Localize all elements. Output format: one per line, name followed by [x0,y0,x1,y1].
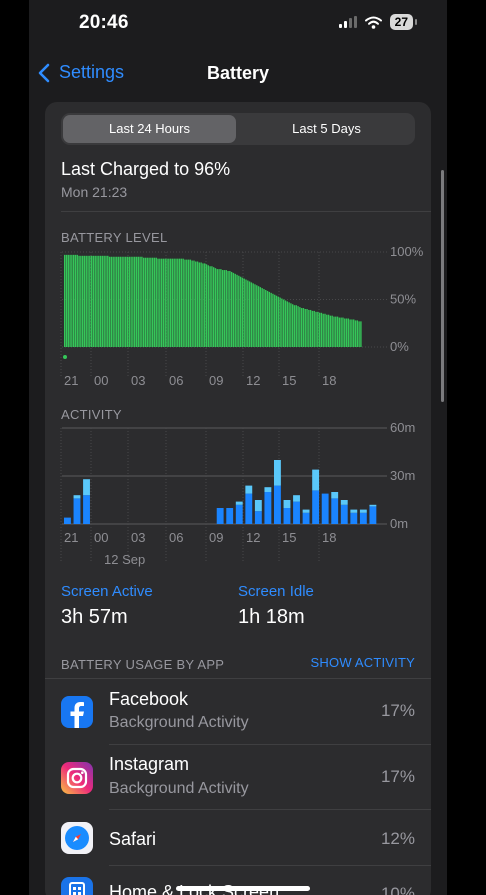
screen-idle-bar [293,495,300,502]
facebook-icon [61,696,93,728]
app-percent: 17% [380,701,415,720]
x-tick-label: 18 [322,530,336,545]
safari-icon [61,822,93,854]
home-lock-screen-icon [61,877,93,895]
app-percent: 17% [380,767,415,786]
screen-active-bar [274,485,281,524]
app-name: Safari [109,829,157,849]
screen-idle-bar [312,469,320,491]
app-row-facebook[interactable]: Facebook Background Activity 17% [45,679,431,744]
x-tick-label: 15 [282,530,296,545]
screen-idle-value: 1h 18m [238,606,305,628]
app-percent: 12% [380,829,415,848]
screen-idle-bar [331,492,339,499]
status-time: 20:46 [79,12,129,33]
x-tick-label: 09 [209,530,223,545]
app-detail: Background Activity [109,780,249,797]
screen-idle-bar [302,509,310,513]
x-tick-label: 21 [64,530,78,545]
app-row-instagram[interactable]: Instagram Background Activity 17% [45,745,431,810]
activity-chart: 60m 30m 0m 21 00 03 06 09 12 15 18 12 Sep [60,420,415,567]
screen-active-bar [73,498,81,524]
instagram-icon [61,762,93,794]
x-date-label: 12 Sep [104,552,145,567]
wifi-icon [364,16,382,29]
screen-idle-bar [274,460,281,486]
screen-idle-label: Screen Idle [238,583,314,600]
page-title: Battery [206,63,270,83]
screen-active-bar [350,512,358,524]
screen-active-bar [235,504,243,524]
status-icons: 27 [338,14,418,30]
app-name: Instagram [109,754,190,774]
screen-idle-bar [245,485,253,494]
home-indicator[interactable] [176,886,310,891]
app-name: Facebook [109,689,189,709]
battery-card: Last 24 Hours Last 5 Days Last Charged t… [45,102,431,895]
battery-usage-header: BATTERY USAGE BY APP [61,657,225,672]
screen-active-value: 3h 57m [61,606,128,628]
screen-active-bar [359,512,367,524]
cellular-signal-icon [338,16,357,28]
x-tick-label: 06 [169,530,183,545]
screen-active-bar [340,504,348,524]
screen-idle-bar [283,500,291,508]
screen-idle-bar [254,500,262,512]
screen-active-bar [293,501,300,524]
screen-active-bar [64,517,71,524]
y-tick-label: 30m [390,468,415,483]
screen-active-bar [216,508,224,524]
screen-active-bar [331,498,339,524]
app-percent: 10% [380,884,415,895]
screen-active-bar [226,508,234,524]
screen-idle-bar [264,487,272,492]
screen-active-bar [369,506,377,524]
screen-active-label: Screen Active [61,583,153,600]
app-detail: Background Activity [109,714,249,731]
navigation-bar: Settings Battery [29,48,447,96]
screen-active-bar [283,508,291,524]
phone-screen: 20:46 27 Settings Battery Last 24 Hours … [29,0,447,895]
screen-idle-bar [73,495,81,499]
screen-active-bar [302,512,310,524]
screen-active-bar [312,490,320,524]
x-tick-label: 03 [131,530,145,545]
show-activity-button[interactable]: SHOW ACTIVITY [311,655,415,670]
x-tick-label: 12 [246,530,260,545]
battery-level-icon: 27 [389,14,418,30]
screen-idle-bar [350,509,358,513]
screen-active-bar [83,495,90,524]
screen-idle-bar [83,479,90,496]
screen-idle-bar [359,509,367,513]
y-tick-label: 60m [390,420,415,435]
screen-active-bar [264,492,272,524]
screen-active-bar [321,493,329,524]
screen-idle-bar [235,501,243,505]
y-tick-label: 0m [390,516,408,531]
screen-idle-bar [340,500,348,505]
x-tick-label: 00 [94,530,108,545]
status-bar: 20:46 27 [29,0,447,48]
screen-active-bar [245,493,253,524]
scroll-indicator[interactable] [441,170,444,402]
screen-active-bar [254,511,262,524]
screen-idle-bar [369,504,377,507]
